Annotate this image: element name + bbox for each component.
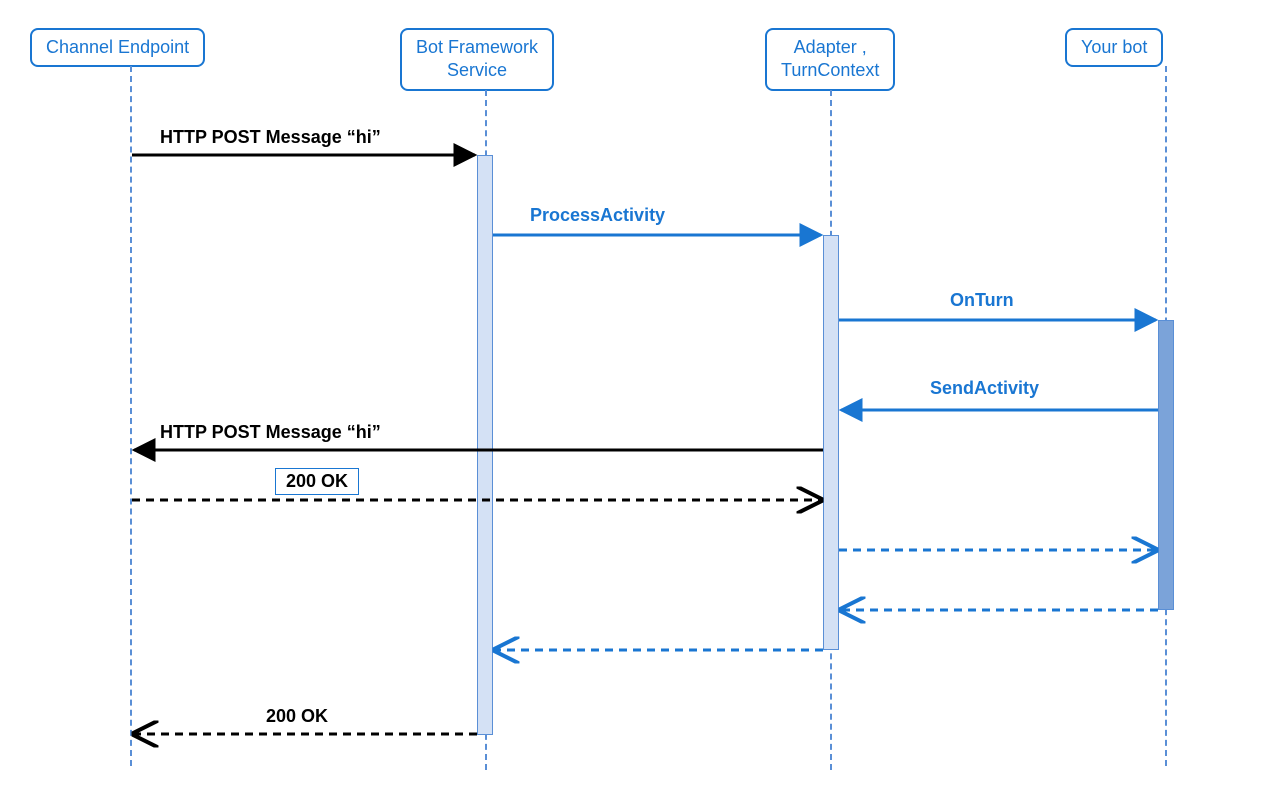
label-process-activity: ProcessActivity	[530, 205, 665, 226]
status-200-ok-2-label: 200 OK	[266, 706, 328, 727]
label-on-turn: OnTurn	[950, 290, 1014, 311]
label-http-post-1: HTTP POST Message “hi”	[160, 127, 381, 148]
sequence-diagram: Channel Endpoint Bot Framework Service A…	[20, 20, 1260, 770]
label-send-activity: SendActivity	[930, 378, 1039, 399]
status-200-ok-1: 200 OK	[275, 468, 359, 495]
label-http-post-2: HTTP POST Message “hi”	[160, 422, 381, 443]
